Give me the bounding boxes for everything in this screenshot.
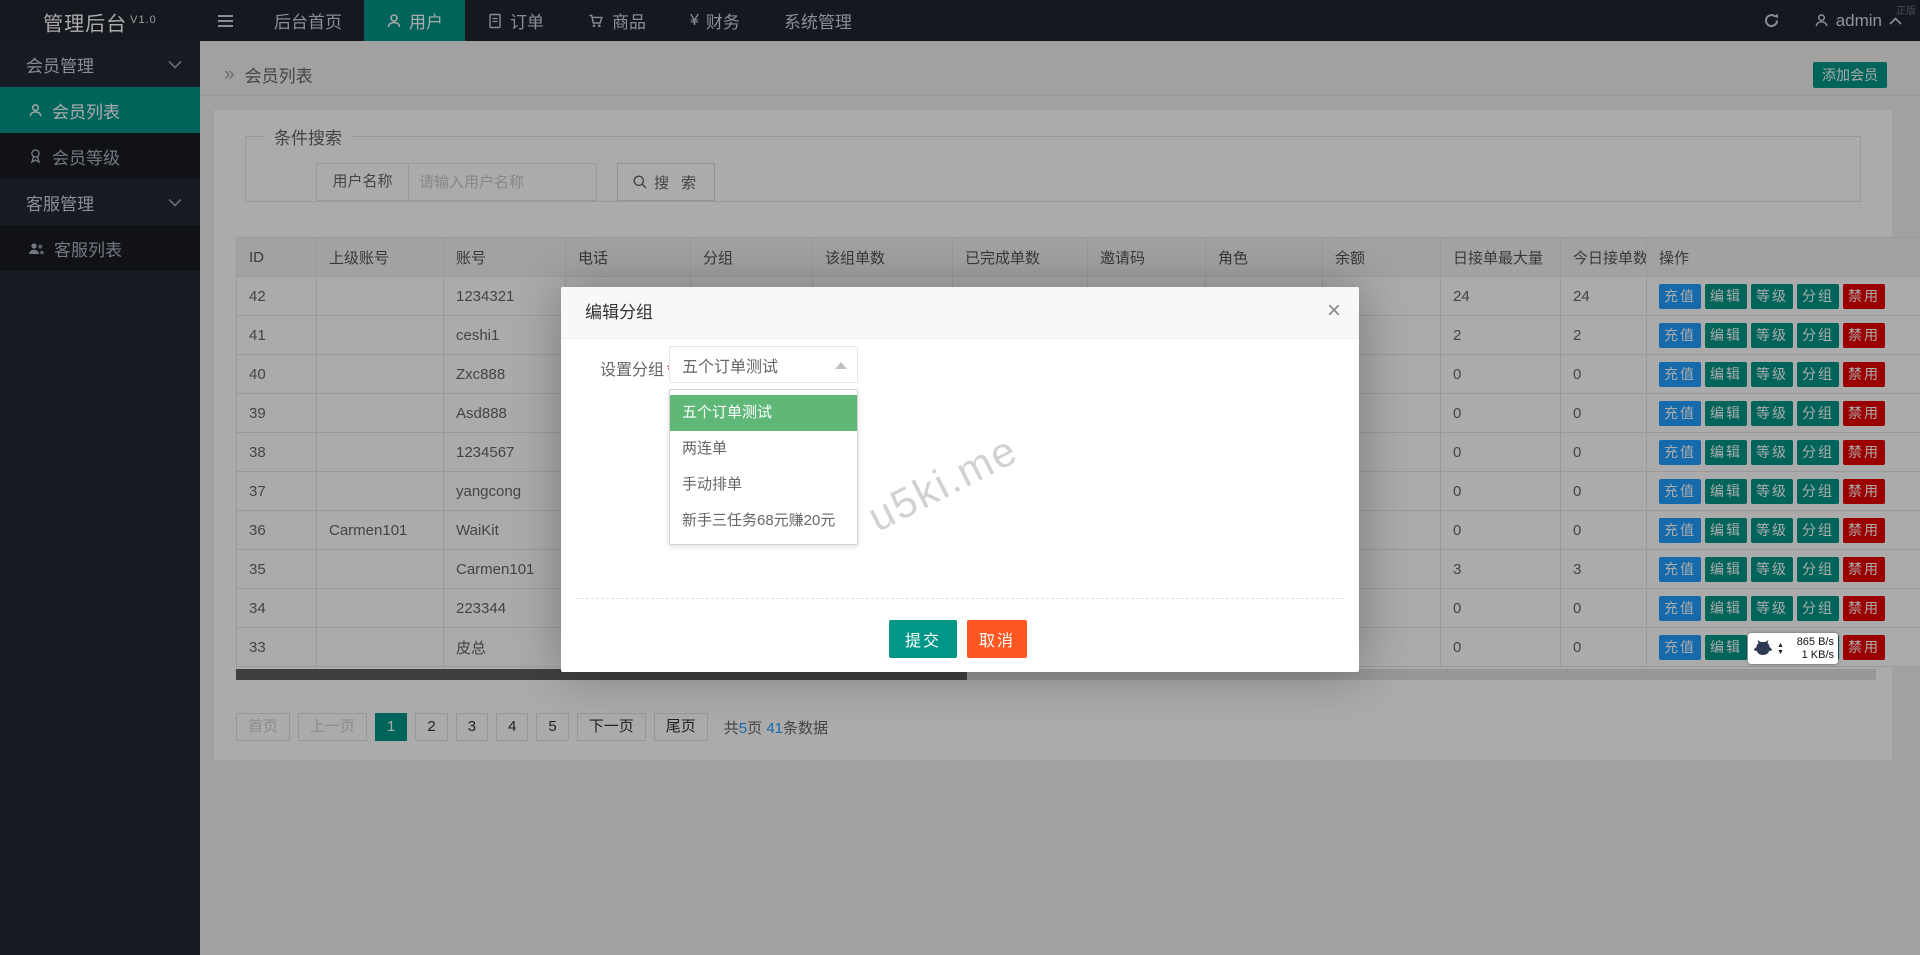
dropdown-option[interactable]: 手动排单	[670, 467, 857, 503]
page: 管理后台V1.0 后台首页 用户 订单 商品 ¥ 财务	[0, 0, 1920, 955]
netspeed-widget[interactable]: ▲▼ 865 B/s 1 KB/s	[1748, 633, 1838, 664]
dropdown-option[interactable]: 新手三任务68元赚20元	[670, 503, 857, 539]
download-speed: 1 KB/s	[1787, 649, 1834, 662]
cancel-button[interactable]: 取消	[967, 620, 1027, 658]
submit-button[interactable]: 提交	[889, 620, 957, 658]
triangle-up-icon	[835, 362, 847, 369]
cat-icon	[1752, 639, 1774, 658]
group-select[interactable]: 五个订单测试	[669, 346, 858, 383]
upload-speed: 865 B/s	[1787, 636, 1834, 649]
edit-group-modal: 编辑分组 × 设置分组* 五个订单测试 五个订单测试两连单手动排单新手三任务68…	[561, 287, 1359, 672]
group-select-value: 五个订单测试	[682, 353, 778, 377]
modal-title: 编辑分组	[561, 287, 1359, 339]
updown-arrows-icon: ▲▼	[1777, 642, 1784, 656]
modal-divider	[576, 598, 1344, 599]
set-group-label: 设置分组*	[600, 356, 673, 380]
site-watermark: u5ki.me	[860, 381, 1113, 542]
group-dropdown: 五个订单测试两连单手动排单新手三任务68元赚20元	[669, 389, 858, 545]
netspeed-values: 865 B/s 1 KB/s	[1787, 636, 1834, 662]
dropdown-option[interactable]: 五个订单测试	[670, 395, 857, 431]
close-icon[interactable]: ×	[1327, 299, 1341, 323]
dropdown-option[interactable]: 两连单	[670, 431, 857, 467]
